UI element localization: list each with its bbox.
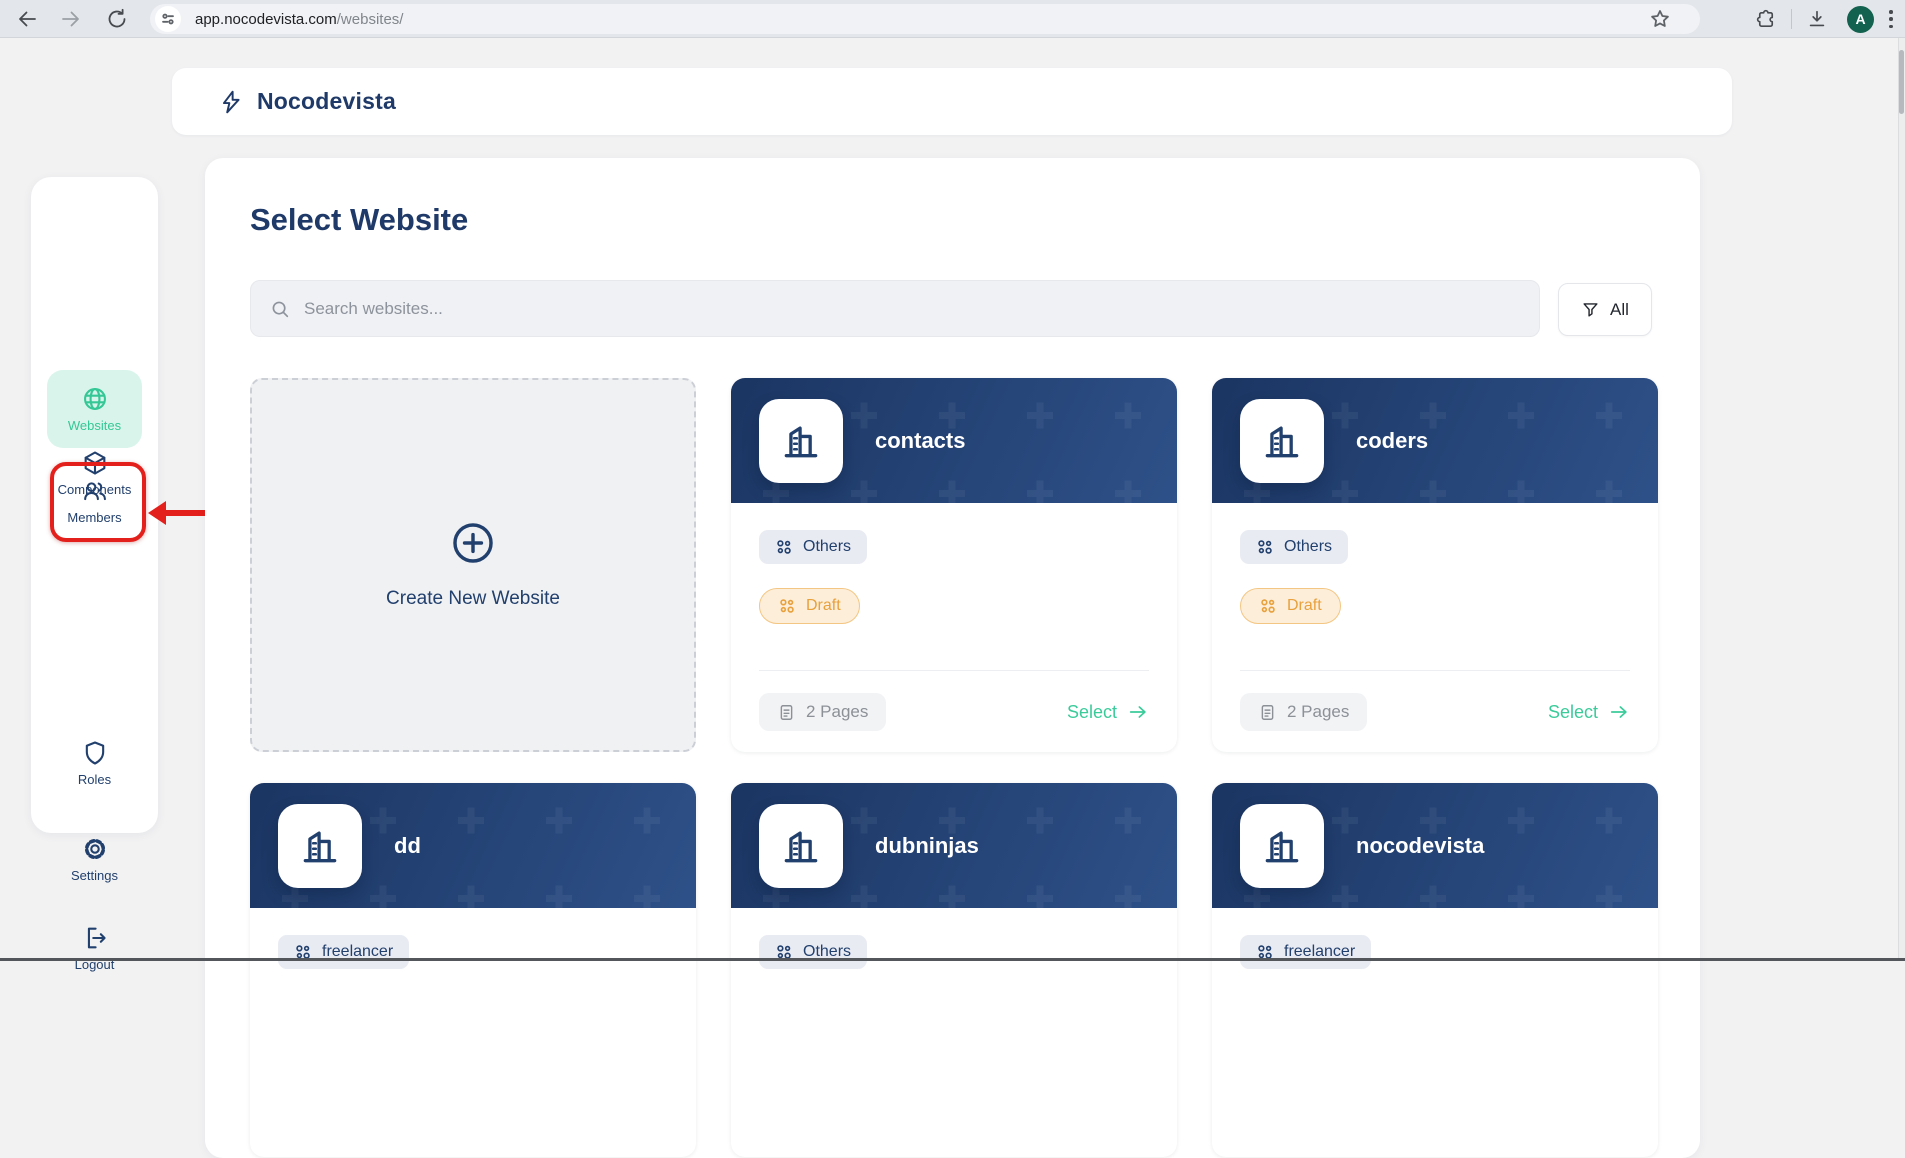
site-info-icon[interactable]: [155, 6, 181, 32]
extensions-icon[interactable]: [1755, 8, 1777, 30]
forward-icon[interactable]: [59, 7, 83, 31]
search-icon: [269, 298, 291, 320]
website-building-icon: [1240, 804, 1324, 888]
pages-count: 2 Pages: [759, 693, 886, 731]
search-input[interactable]: [304, 299, 1521, 319]
website-card-header: contacts: [731, 378, 1177, 503]
back-icon[interactable]: [15, 7, 39, 31]
category-badge: freelancer: [1240, 935, 1371, 969]
shield-icon: [81, 739, 109, 767]
sidebar-item-logout[interactable]: Logout: [47, 924, 142, 972]
category-badge: Others: [1240, 530, 1348, 564]
category-badge: Others: [759, 935, 867, 969]
status-badge: Draft: [1240, 588, 1341, 624]
category-badge: Others: [759, 530, 867, 564]
select-link[interactable]: Select: [1067, 701, 1149, 723]
website-card-header: dd: [250, 783, 696, 908]
url-bar[interactable]: app.nocodevista.com/websites/: [150, 4, 1700, 34]
downloads-icon[interactable]: [1806, 8, 1828, 30]
website-card-header: dubninjas: [731, 783, 1177, 908]
select-link[interactable]: Select: [1548, 701, 1630, 723]
browser-menu-icon[interactable]: [1889, 10, 1893, 28]
pages-count: 2 Pages: [1240, 693, 1367, 731]
toolbar-divider: [1791, 9, 1792, 29]
url-text: app.nocodevista.com/websites/: [195, 11, 403, 28]
website-name: coders: [1356, 428, 1428, 454]
status-badge: Draft: [759, 588, 860, 624]
website-building-icon: [278, 804, 362, 888]
website-name: nocodevista: [1356, 833, 1484, 859]
website-card-nocodevista[interactable]: nocodevista freelancer: [1212, 783, 1658, 1157]
sidebar-label: Websites: [68, 418, 121, 433]
website-name: contacts: [875, 428, 965, 454]
bookmark-star-icon[interactable]: [1648, 7, 1672, 31]
arrow-right-icon: [1608, 701, 1630, 723]
sidebar-item-roles[interactable]: Roles: [47, 739, 142, 787]
bolt-icon: [218, 89, 244, 115]
create-website-card[interactable]: Create New Website: [250, 378, 696, 752]
website-card-contacts[interactable]: contacts Others Draft 2 Pages Select: [731, 378, 1177, 752]
users-icon: [80, 477, 110, 505]
sidebar-label: Members: [67, 510, 121, 525]
sidebar-item-settings[interactable]: Settings: [47, 835, 142, 883]
website-building-icon: [759, 804, 843, 888]
sidebar-label: Settings: [71, 868, 118, 883]
main-content: Select Website All Create New Website: [205, 158, 1700, 1158]
website-name: dubninjas: [875, 833, 979, 859]
filter-button[interactable]: All: [1558, 283, 1652, 336]
search-box: [250, 280, 1540, 337]
gear-icon: [81, 835, 109, 863]
brand[interactable]: Nocodevista: [218, 88, 396, 115]
sidebar-item-websites[interactable]: Websites: [47, 370, 142, 448]
sidebar-item-members[interactable]: Members: [47, 462, 142, 540]
page-scrollbar[interactable]: [1898, 38, 1905, 961]
website-card-header: nocodevista: [1212, 783, 1658, 908]
url-path: /websites/: [337, 11, 404, 28]
website-building-icon: [759, 399, 843, 483]
website-name: dd: [394, 833, 421, 859]
website-card-header: coders: [1212, 378, 1658, 503]
filter-label: All: [1610, 300, 1629, 320]
card-divider: [1240, 670, 1630, 671]
globe-icon: [81, 385, 109, 413]
filter-funnel-icon: [1581, 300, 1600, 319]
page-title: Select Website: [250, 202, 468, 238]
app-header: Nocodevista: [172, 68, 1732, 135]
card-divider: [759, 670, 1149, 671]
plus-circle-icon: [450, 520, 496, 566]
scrollbar-thumb[interactable]: [1899, 50, 1904, 114]
logout-icon: [81, 924, 109, 952]
website-card-dd[interactable]: dd freelancer: [250, 783, 696, 1157]
profile-avatar[interactable]: A: [1847, 6, 1874, 33]
sidebar-label: Roles: [78, 772, 111, 787]
sidebar: organizations Components Websites Member…: [31, 177, 158, 833]
brand-name: Nocodevista: [257, 88, 396, 115]
create-website-label: Create New Website: [386, 588, 560, 610]
website-card-dubninjas[interactable]: dubninjas Others: [731, 783, 1177, 1157]
website-card-coders[interactable]: coders Others Draft 2 Pages Select: [1212, 378, 1658, 752]
arrow-right-icon: [1127, 701, 1149, 723]
reload-icon[interactable]: [105, 7, 129, 31]
category-badge: freelancer: [278, 935, 409, 969]
browser-toolbar: app.nocodevista.com/websites/ A: [0, 0, 1905, 38]
url-host: app.nocodevista.com: [195, 11, 337, 28]
website-building-icon: [1240, 399, 1324, 483]
